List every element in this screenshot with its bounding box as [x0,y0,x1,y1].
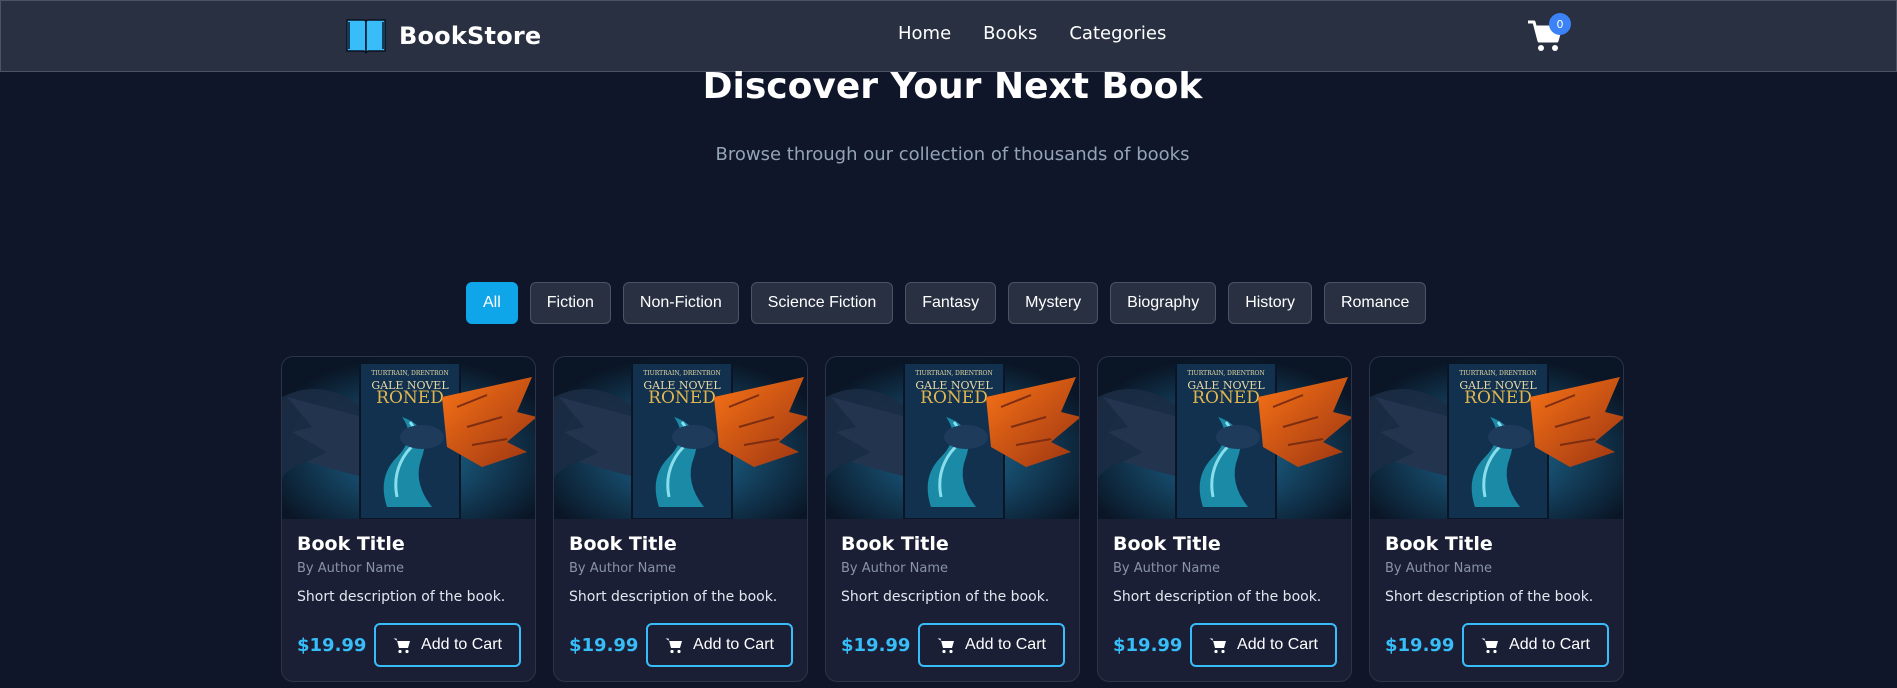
book-card-footer: $19.99 Add to Cart [569,623,793,667]
filter-mystery[interactable]: Mystery [1008,282,1099,324]
book-title[interactable]: Book Title [841,533,1064,555]
filter-romance[interactable]: Romance [1323,282,1427,324]
page-title: Discover Your Next Book [702,66,1203,107]
book-cover-image: TIURTRAIN, DRENTRON GALE NOVEL RONED [554,357,807,519]
svg-text:RONED: RONED [920,388,988,408]
book-author: By Author Name [1385,561,1492,576]
book-cover-image: TIURTRAIN, DRENTRON GALE NOVEL RONED [826,357,1079,519]
filter-fantasy[interactable]: Fantasy [905,282,997,324]
book-card-footer: $19.99 Add to Cart [1385,623,1609,667]
book-card-body: Book Title By Author Name Short descript… [826,519,1079,621]
filter-history[interactable]: History [1228,282,1312,324]
cart-button[interactable]: 0 [1527,13,1571,55]
add-to-cart-label: Add to Cart [421,636,502,653]
filter-science-fiction[interactable]: Science Fiction [750,282,894,324]
svg-text:RONED: RONED [1192,388,1260,408]
add-to-cart-label: Add to Cart [693,636,774,653]
book-author: By Author Name [297,561,404,576]
nav-link-books[interactable]: Books [983,23,1037,44]
main-nav: Home Books Categories [898,23,1166,44]
book-title[interactable]: Book Title [297,533,520,555]
book-grid: TIURTRAIN, DRENTRON GALE NOVEL RONED Boo… [281,356,1624,682]
navbar: BookStore Home Books Categories 0 [0,0,1897,72]
add-to-cart-button[interactable]: Add to Cart [918,623,1065,667]
book-card-footer: $19.99 Add to Cart [1113,623,1337,667]
cart-icon [937,638,955,653]
book-price: $19.99 [841,634,911,656]
svg-text:TIURTRAIN, DRENTRON: TIURTRAIN, DRENTRON [371,370,448,377]
add-to-cart-button[interactable]: Add to Cart [1462,623,1609,667]
book-card-body: Book Title By Author Name Short descript… [1370,519,1623,621]
book-description: Short description of the book. [569,589,778,605]
svg-text:TIURTRAIN, DRENTRON: TIURTRAIN, DRENTRON [643,370,720,377]
cart-count-badge: 0 [1549,13,1571,35]
book-card[interactable]: TIURTRAIN, DRENTRON GALE NOVEL RONED Boo… [1097,356,1352,682]
book-cover-image: TIURTRAIN, DRENTRON GALE NOVEL RONED [282,357,535,519]
book-price: $19.99 [1113,634,1183,656]
category-filters: All Fiction Non-Fiction Science Fiction … [466,282,1427,324]
cart-icon [665,638,683,653]
filter-non-fiction[interactable]: Non-Fiction [622,282,739,324]
svg-text:TIURTRAIN, DRENTRON: TIURTRAIN, DRENTRON [915,370,992,377]
page-subtitle: Browse through our collection of thousan… [715,144,1190,165]
cart-icon [393,638,411,653]
add-to-cart-button[interactable]: Add to Cart [374,623,521,667]
svg-text:TIURTRAIN, DRENTRON: TIURTRAIN, DRENTRON [1187,370,1264,377]
book-description: Short description of the book. [1385,589,1594,605]
book-author: By Author Name [569,561,676,576]
book-card[interactable]: TIURTRAIN, DRENTRON GALE NOVEL RONED Boo… [825,356,1080,682]
add-to-cart-button[interactable]: Add to Cart [1190,623,1337,667]
add-to-cart-button[interactable]: Add to Cart [646,623,793,667]
cart-icon [1481,638,1499,653]
cart-icon [1209,638,1227,653]
book-title[interactable]: Book Title [1113,533,1336,555]
book-author: By Author Name [1113,561,1220,576]
book-card-body: Book Title By Author Name Short descript… [554,519,807,621]
brand-logo-link[interactable]: BookStore [345,17,541,55]
open-book-icon [346,19,386,54]
book-card-body: Book Title By Author Name Short descript… [1098,519,1351,621]
filter-biography[interactable]: Biography [1110,282,1217,324]
book-card[interactable]: TIURTRAIN, DRENTRON GALE NOVEL RONED Boo… [553,356,808,682]
book-card[interactable]: TIURTRAIN, DRENTRON GALE NOVEL RONED Boo… [1369,356,1624,682]
book-title[interactable]: Book Title [569,533,792,555]
book-cover-image: TIURTRAIN, DRENTRON GALE NOVEL RONED [1370,357,1623,519]
nav-link-categories[interactable]: Categories [1069,23,1166,44]
book-author: By Author Name [841,561,948,576]
nav-link-home[interactable]: Home [898,23,951,44]
book-card-footer: $19.99 Add to Cart [297,623,521,667]
book-description: Short description of the book. [1113,589,1322,605]
brand-name: BookStore [399,22,542,50]
book-price: $19.99 [569,634,639,656]
book-description: Short description of the book. [297,589,506,605]
filter-all[interactable]: All [466,282,518,324]
book-card-footer: $19.99 Add to Cart [841,623,1065,667]
book-description: Short description of the book. [841,589,1050,605]
add-to-cart-label: Add to Cart [1509,636,1590,653]
svg-text:RONED: RONED [376,388,444,408]
add-to-cart-label: Add to Cart [965,636,1046,653]
svg-text:RONED: RONED [648,388,716,408]
book-price: $19.99 [1385,634,1455,656]
filter-fiction[interactable]: Fiction [529,282,611,324]
book-card-body: Book Title By Author Name Short descript… [282,519,535,621]
book-price: $19.99 [297,634,367,656]
book-title[interactable]: Book Title [1385,533,1608,555]
svg-text:TIURTRAIN, DRENTRON: TIURTRAIN, DRENTRON [1459,370,1536,377]
svg-text:RONED: RONED [1464,388,1532,408]
book-cover-image: TIURTRAIN, DRENTRON GALE NOVEL RONED [1098,357,1351,519]
book-card[interactable]: TIURTRAIN, DRENTRON GALE NOVEL RONED Boo… [281,356,536,682]
add-to-cart-label: Add to Cart [1237,636,1318,653]
